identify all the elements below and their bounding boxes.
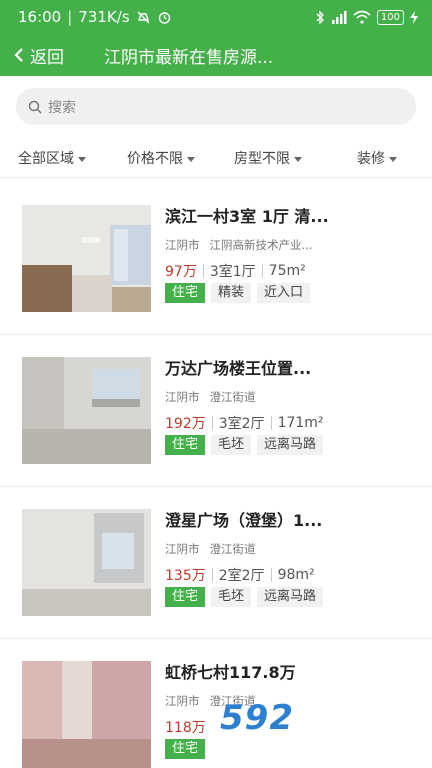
filter-decoration-label: 装修 (357, 151, 385, 167)
tag: 毛坯 (211, 587, 252, 607)
listing-district: 澄江街道 (209, 390, 256, 404)
list-item[interactable]: 澄星广场（澄堡）1... 江阴市 澄江街道 135万 2室2厅 98m² 住宅 毛坯 远离… (0, 487, 432, 639)
list-item[interactable]: 滨江一村3室 1厅 清... 江阴市 江阴高新技术产业... 97万 3室1厅 75m… (0, 183, 432, 335)
nav-bar: 返回 江阴市最新在售房源... (0, 34, 432, 76)
filter-layout[interactable]: 房型不限 (234, 138, 302, 178)
search-input[interactable]: 搜索 (16, 88, 416, 125)
listing-title: 虹桥七村117.8万 (165, 663, 296, 682)
listing-city: 江阴市 (165, 390, 200, 404)
tag: 近入口 (257, 283, 311, 303)
listing-title: 滨江一村3室 1厅 清... (165, 207, 329, 226)
chevron-left-icon (14, 47, 24, 63)
page-title: 江阴市最新在售房源... (104, 47, 274, 68)
tag-type: 住宅 (165, 435, 206, 455)
listing-area: 98m² (277, 567, 315, 583)
listing-area: 75m² (268, 263, 306, 279)
listing-photo (22, 205, 151, 312)
tag-type: 住宅 (165, 739, 206, 759)
status-time: 16:00 (18, 8, 62, 26)
list-item[interactable]: 万达广场楼王位置... 江阴市 澄江街道 192万 3室2厅 171m² 住宅 毛坯 远离… (0, 335, 432, 487)
battery-level: 100 (376, 9, 404, 25)
listing-layout: 2室2厅 (218, 568, 265, 584)
listing-price: 192万 (165, 416, 206, 432)
listing-price: 97万 (165, 264, 197, 280)
listing-district: 江阴高新技术产业... (209, 238, 313, 252)
signal-icon (331, 10, 347, 24)
filter-layout-label: 房型不限 (234, 151, 290, 167)
listing-area: 171m² (277, 415, 324, 431)
filter-decoration[interactable]: 装修 (357, 138, 397, 178)
tag: 远离马路 (257, 435, 324, 455)
caret-down-icon (294, 156, 302, 162)
tag-type: 住宅 (165, 587, 206, 607)
status-bar: 16:00 | 731K/s 100 (0, 0, 432, 34)
listing-layout: 3室2厅 (218, 416, 265, 432)
listing-city: 江阴市 (165, 542, 200, 556)
back-label: 返回 (30, 47, 64, 68)
filter-price[interactable]: 价格不限 (127, 138, 195, 178)
search-icon (28, 100, 42, 114)
listing-photo (22, 661, 151, 768)
list-item[interactable]: 虹桥七村117.8万 江阴市 澄江街道 118万 住宅 (0, 639, 432, 768)
listing-price: 135万 (165, 568, 206, 584)
mute-icon (136, 10, 151, 25)
listing-price: 118万 (165, 720, 206, 736)
listing-district: 澄江街道 (209, 694, 256, 708)
caret-down-icon (389, 156, 397, 162)
bluetooth-icon (315, 9, 325, 25)
listing-layout: 3室1厅 (209, 264, 256, 280)
network-speed: 731K/s (78, 8, 130, 26)
filter-price-label: 价格不限 (127, 151, 183, 167)
tag: 精装 (211, 283, 252, 303)
filter-region[interactable]: 全部区域 (18, 138, 86, 178)
listing-title: 万达广场楼王位置... (165, 359, 312, 378)
listing-city: 江阴市 (165, 238, 200, 252)
listing-district: 澄江街道 (209, 542, 256, 556)
caret-down-icon (78, 156, 86, 162)
back-button[interactable]: 返回 (0, 43, 104, 68)
listing-title: 澄星广场（澄堡）1... (165, 511, 323, 530)
listing-city: 江阴市 (165, 694, 200, 708)
tag: 远离马路 (257, 587, 324, 607)
listing-photo (22, 357, 151, 464)
search-placeholder: 搜索 (48, 99, 76, 116)
tag: 毛坯 (211, 435, 252, 455)
caret-down-icon (187, 156, 195, 162)
charging-icon (410, 10, 418, 24)
listing-photo (22, 509, 151, 616)
wifi-icon (353, 10, 371, 24)
filter-bar: 全部区域 价格不限 房型不限 装修 (0, 138, 432, 178)
filter-region-label: 全部区域 (18, 151, 74, 167)
tag-type: 住宅 (165, 283, 206, 303)
alarm-icon (157, 10, 172, 25)
